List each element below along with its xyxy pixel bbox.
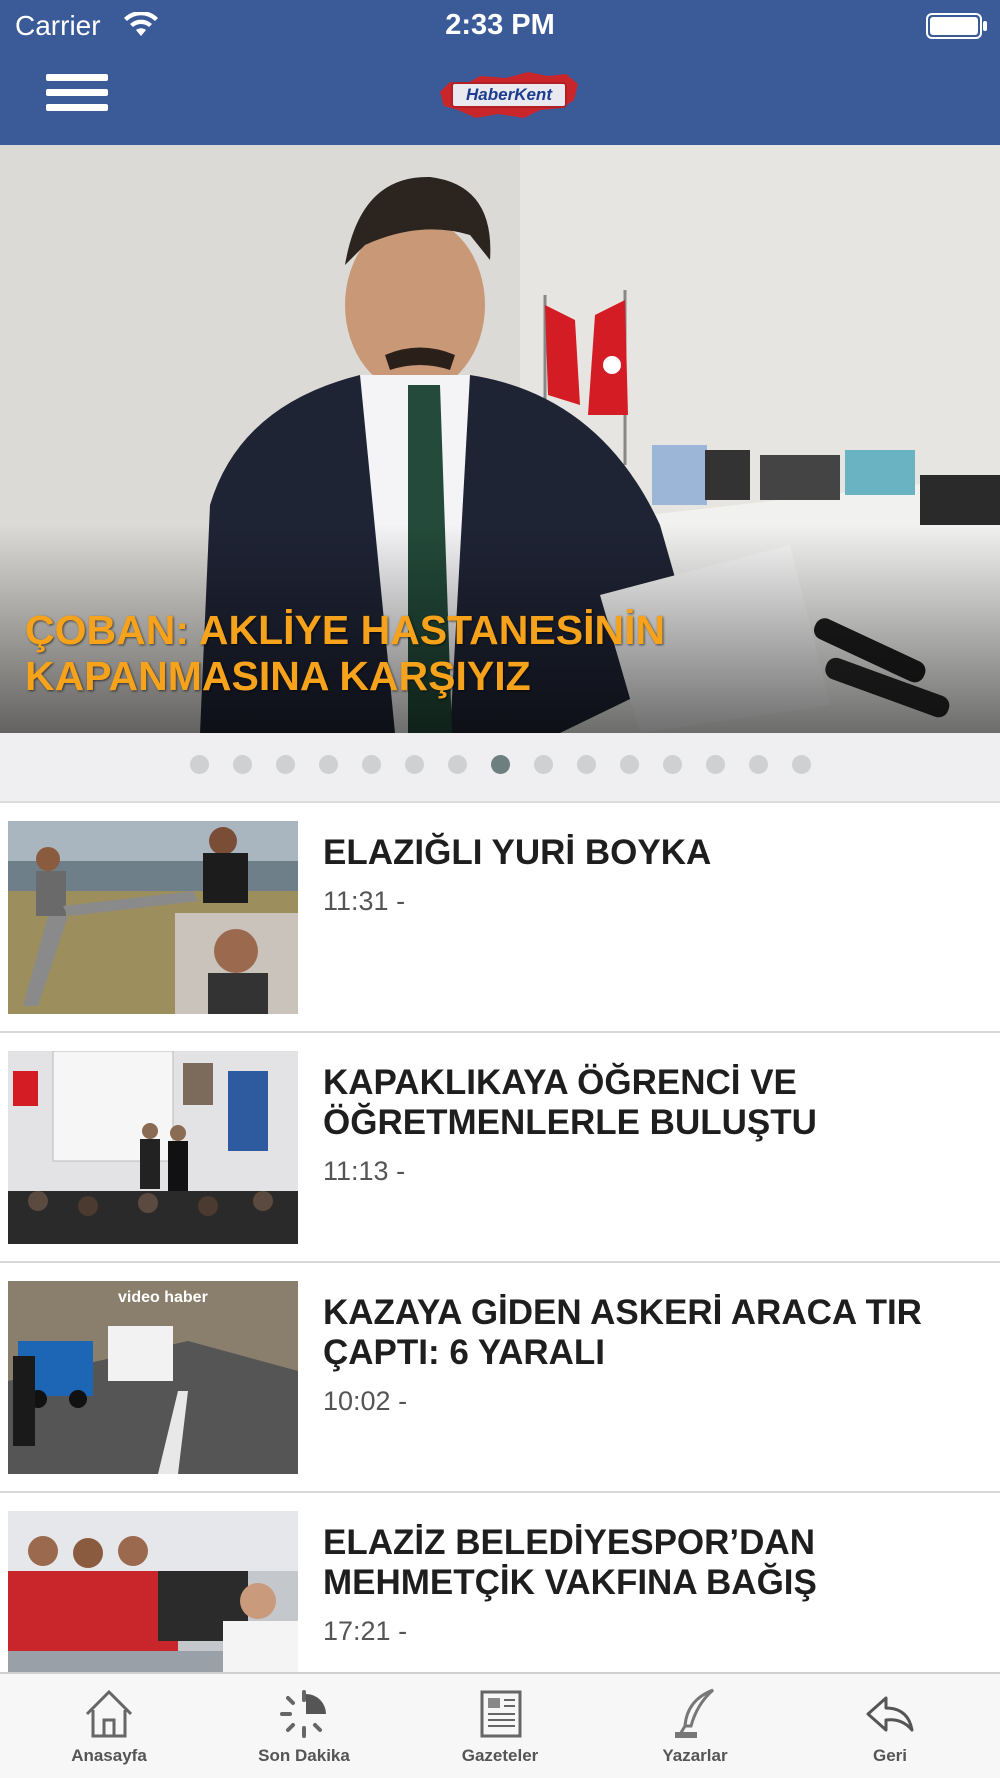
list-item[interactable]: KAPAKLIKAYA ÖĞRENCİ VE ÖĞRETMENLERLE BUL… bbox=[0, 1033, 1000, 1263]
hamburger-menu-button[interactable] bbox=[46, 74, 108, 122]
pagination-dot[interactable] bbox=[533, 755, 553, 774]
news-title[interactable]: ELAZIĞLI YURİ BOYKA 11:31 - bbox=[323, 833, 963, 917]
logo-text: HaberKent bbox=[451, 82, 567, 108]
pagination-dot[interactable] bbox=[318, 755, 338, 774]
news-thumbnail bbox=[8, 821, 298, 1014]
slider-pagination bbox=[0, 733, 1000, 803]
news-thumbnail: video haber bbox=[8, 1281, 298, 1474]
pagination-dot[interactable] bbox=[232, 755, 252, 774]
pagination-dot[interactable] bbox=[662, 755, 682, 774]
news-time: 10:02 - bbox=[323, 1386, 408, 1416]
pagination-dot[interactable] bbox=[791, 755, 811, 774]
pagination-dot[interactable] bbox=[189, 755, 209, 774]
pagination-dot[interactable] bbox=[748, 755, 768, 774]
menu-line-icon bbox=[46, 74, 108, 81]
news-time: 11:13 - bbox=[323, 1156, 406, 1186]
status-bar: Carrier 2:33 PM bbox=[0, 0, 1000, 52]
pagination-dot[interactable] bbox=[705, 755, 725, 774]
news-title[interactable]: KAZAYA GİDEN ASKERİ ARACA TIR ÇAPTI: 6 Y… bbox=[323, 1293, 963, 1417]
tab-yazarlar[interactable]: Yazarlar bbox=[595, 1674, 795, 1778]
back-arrow-icon bbox=[866, 1696, 914, 1732]
status-time: 2:33 PM bbox=[445, 9, 555, 41]
menu-line-icon bbox=[46, 89, 108, 96]
app-logo[interactable]: HaberKent bbox=[436, 64, 582, 130]
tab-anasayfa[interactable]: Anasayfa bbox=[9, 1674, 209, 1778]
battery-icon bbox=[926, 13, 987, 39]
pagination-dot[interactable] bbox=[404, 755, 424, 774]
thumb-caption: video haber bbox=[118, 1289, 208, 1306]
news-title[interactable]: KAPAKLIKAYA ÖĞRENCİ VE ÖĞRETMENLERLE BUL… bbox=[323, 1063, 963, 1187]
pagination-dot[interactable] bbox=[576, 755, 596, 774]
navigation-bar: Carrier 2:33 PM HaberKent bbox=[0, 0, 1000, 145]
quill-icon bbox=[675, 1688, 714, 1738]
pagination-dot[interactable] bbox=[447, 755, 467, 774]
list-item[interactable]: video haber KAZAYA GİDEN ASKERİ ARACA TI… bbox=[0, 1263, 1000, 1493]
news-time: 11:31 - bbox=[323, 886, 406, 916]
pagination-dot[interactable] bbox=[361, 755, 381, 774]
pagination-dot[interactable] bbox=[275, 755, 295, 774]
news-list: ELAZIĞLI YURİ BOYKA 11:31 - KAPAKLIKAYA … bbox=[0, 803, 1000, 1723]
news-title[interactable]: ELAZİZ BELEDİYESPOR’DAN MEHMETÇİK VAKFIN… bbox=[323, 1523, 963, 1647]
tab-bar: Anasayfa Son Dakika Gazeteler Yazarlar G… bbox=[0, 1672, 1000, 1778]
newspaper-icon bbox=[480, 1690, 522, 1738]
pagination-dot[interactable] bbox=[619, 755, 639, 774]
news-time: 17:21 - bbox=[323, 1616, 408, 1646]
hero-headline[interactable]: ÇOBAN: AKLİYE HASTANESİNİN KAPANMASINA K… bbox=[25, 607, 785, 699]
menu-line-icon bbox=[46, 104, 108, 111]
home-icon bbox=[85, 1689, 133, 1738]
hero-slider[interactable]: ÇOBAN: AKLİYE HASTANESİNİN KAPANMASINA K… bbox=[0, 145, 1000, 733]
tab-gazeteler[interactable]: Gazeteler bbox=[400, 1674, 600, 1778]
spinner-clock-icon bbox=[280, 1690, 326, 1738]
tab-son-dakika[interactable]: Son Dakika bbox=[204, 1674, 404, 1778]
news-thumbnail bbox=[8, 1051, 298, 1244]
pagination-dot[interactable] bbox=[490, 755, 510, 774]
tab-geri[interactable]: Geri bbox=[790, 1674, 990, 1778]
list-item[interactable]: ELAZIĞLI YURİ BOYKA 11:31 - bbox=[0, 803, 1000, 1033]
